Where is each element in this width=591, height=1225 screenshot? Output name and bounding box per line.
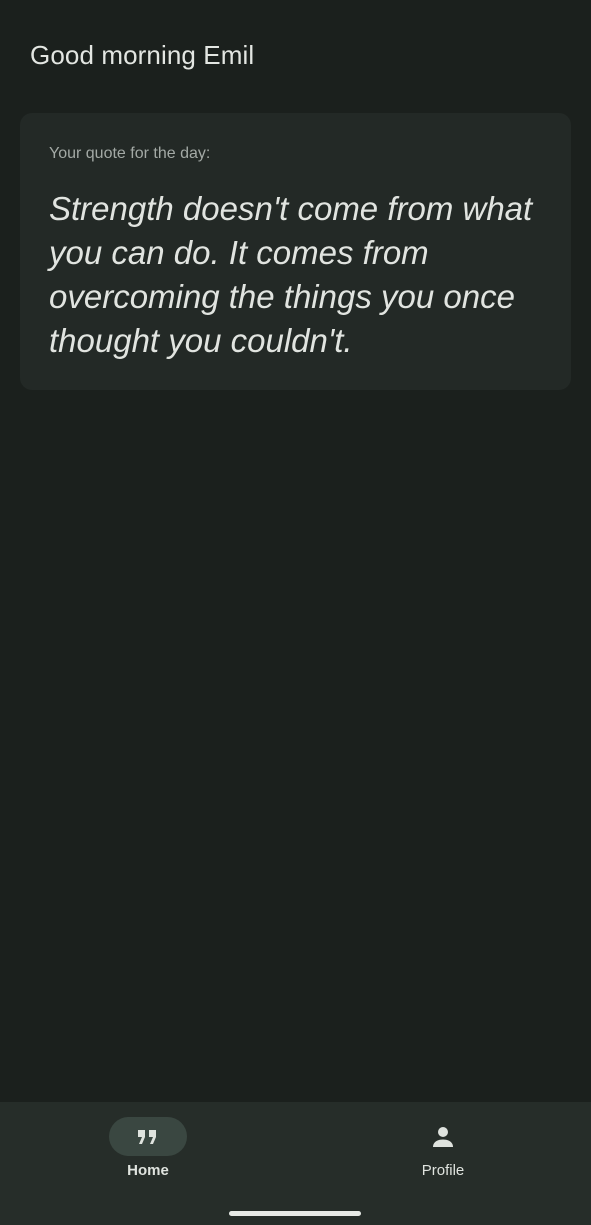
nav-active-indicator	[109, 1117, 187, 1156]
nav-item-profile[interactable]: Profile	[295, 1102, 591, 1202]
person-icon	[433, 1126, 453, 1147]
quote-card: Your quote for the day: Strength doesn't…	[20, 113, 571, 390]
quote-label: Your quote for the day:	[49, 145, 211, 162]
quote-text: Strength doesn't come from what you can …	[49, 190, 533, 359]
format-quote-icon	[138, 1129, 156, 1144]
nav-label-home: Home	[127, 1162, 169, 1179]
nav-label-profile: Profile	[421, 1162, 465, 1179]
system-home-indicator[interactable]	[229, 1211, 361, 1216]
app-screen: Good morning Emil Your quote for the day…	[0, 0, 591, 1225]
bottom-navigation-bar: Home Profile	[0, 1102, 591, 1225]
greeting-title: Good morning Emil	[30, 40, 255, 70]
nav-inactive-indicator	[404, 1117, 482, 1156]
nav-item-home[interactable]: Home	[0, 1102, 296, 1202]
